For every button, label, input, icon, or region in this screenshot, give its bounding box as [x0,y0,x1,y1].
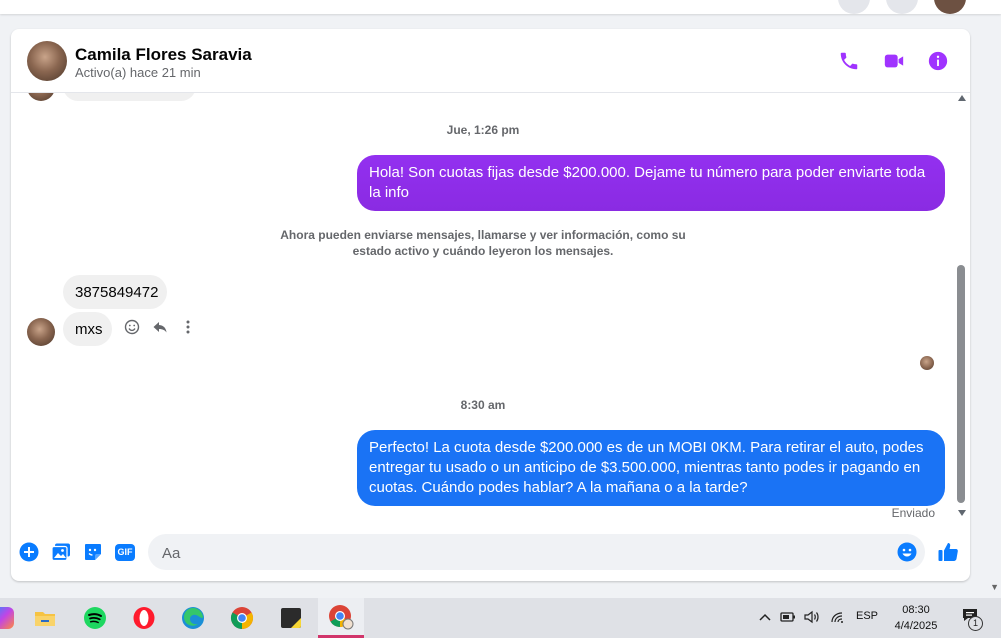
battery-icon[interactable] [779,608,797,626]
outgoing-message-bubble[interactable]: Hola! Son cuotas fijas desde $200.000. D… [357,155,945,211]
outgoing-message-bubble[interactable]: Perfecto! La cuota desde $200.000 es de … [357,430,945,506]
opera-icon[interactable] [121,598,167,638]
contact-name[interactable]: Camila Flores Saravia [75,45,252,65]
chevron-up-icon[interactable] [756,608,774,626]
phone-call-icon[interactable] [837,49,861,73]
profile-avatar[interactable] [934,0,966,14]
message-timestamp: Jue, 1:26 pm [446,123,520,137]
clock-time: 08:30 [902,604,930,616]
video-call-icon[interactable] [882,49,906,73]
clock-date: 4/4/2025 [894,620,938,632]
messenger-icon[interactable] [886,0,918,14]
notification-count: 1 [968,616,983,631]
plus-circle-icon[interactable] [17,540,41,564]
conversation-info-icon[interactable] [926,49,950,73]
chrome-profile-icon[interactable] [318,598,364,638]
delivery-status: Enviado [891,506,935,520]
notifications-icon[interactable]: 1 [958,606,983,631]
sticky-notes-icon[interactable] [268,598,314,638]
speaker-icon[interactable] [803,608,821,626]
clock[interactable]: 08:30 4/4/2025 [884,602,948,634]
contact-status: Activo(a) hace 21 min [75,65,201,80]
incoming-message-bubble[interactable]: mxs [63,312,112,346]
scroll-thumb[interactable] [957,265,965,503]
language-indicator[interactable]: ESP [856,610,878,622]
browser-top-bar [0,0,1001,14]
contact-avatar-small [27,318,55,346]
seen-by-avatar [920,356,934,370]
contact-avatar[interactable] [27,41,67,81]
thumbs-up-icon[interactable] [936,540,960,564]
message-scrollbar[interactable] [955,93,969,525]
file-explorer-icon[interactable] [22,598,68,638]
reply-icon[interactable] [151,318,169,336]
message-composer: GIF [11,525,970,581]
gif-icon[interactable]: GIF [113,540,137,564]
emoji-icon[interactable] [895,540,919,564]
taskbar: ESP 08:30 4/4/2025 1 [0,598,1001,638]
spotify-icon[interactable] [72,598,118,638]
page-scroll-down-arrow[interactable]: ▼ [990,582,999,592]
message-input[interactable] [160,534,884,572]
system-notice: Ahora pueden enviarse mensajes, llamarse… [280,228,686,258]
menu-icon[interactable] [838,0,870,14]
more-options-icon[interactable] [179,318,197,336]
message-input-wrapper [148,534,925,572]
photo-gallery-icon[interactable] [49,540,73,564]
sticker-icon[interactable] [81,540,105,564]
chat-panel: Camila Flores Saravia Activo(a) hace 21 … [11,29,970,581]
react-emoji-icon[interactable] [123,318,141,336]
incoming-message-bubble[interactable]: 3875849472 [63,275,167,309]
gif-label: GIF [115,543,135,561]
chrome-icon[interactable] [219,598,265,638]
message-list: Jue, 1:26 pm Hola! Son cuotas fijas desd… [11,93,970,525]
edge-icon[interactable] [170,598,216,638]
scroll-down-arrow[interactable] [958,510,966,516]
contact-avatar-small [27,93,55,101]
scroll-up-arrow[interactable] [958,95,966,101]
wifi-icon[interactable] [828,608,846,626]
message-bubble-partial [63,93,196,101]
chat-header: Camila Flores Saravia Activo(a) hace 21 … [11,29,970,93]
message-timestamp: 8:30 am [460,398,506,412]
